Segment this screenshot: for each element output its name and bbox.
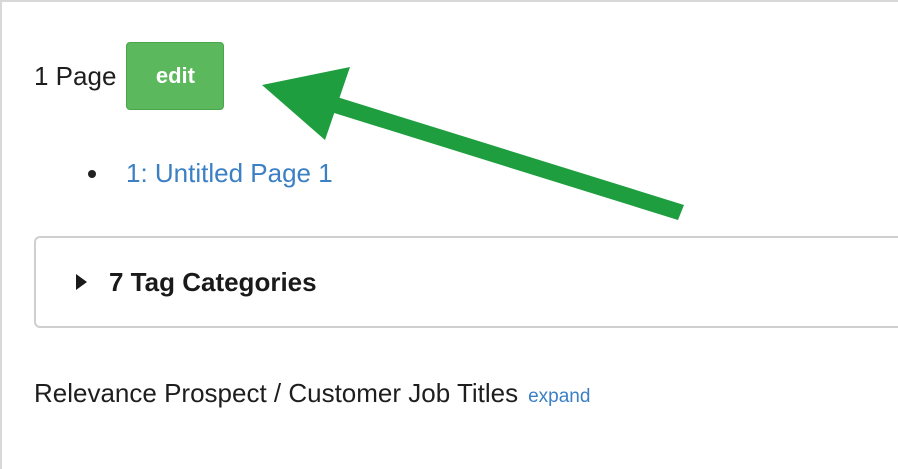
caret-right-icon (76, 274, 87, 290)
expand-link[interactable]: expand (528, 386, 590, 408)
pages-header: 1 Page edit (34, 42, 225, 110)
relevance-label: Relevance Prospect / Customer Job Titles (34, 378, 519, 408)
bullet-icon (88, 169, 96, 178)
page-list: 1: Untitled Page 1 (88, 158, 333, 189)
tag-categories-toggle[interactable]: 7 Tag Categories (34, 236, 898, 328)
list-item: 1: Untitled Page 1 (88, 158, 333, 189)
tag-categories-title: 7 Tag Categories (109, 266, 317, 297)
relevance-section: Relevance Prospect / Customer Job Titles… (34, 378, 590, 409)
page-count-label: 1 Page (34, 60, 117, 91)
edit-button[interactable]: edit (126, 42, 225, 110)
page-link[interactable]: 1: Untitled Page 1 (126, 158, 333, 189)
